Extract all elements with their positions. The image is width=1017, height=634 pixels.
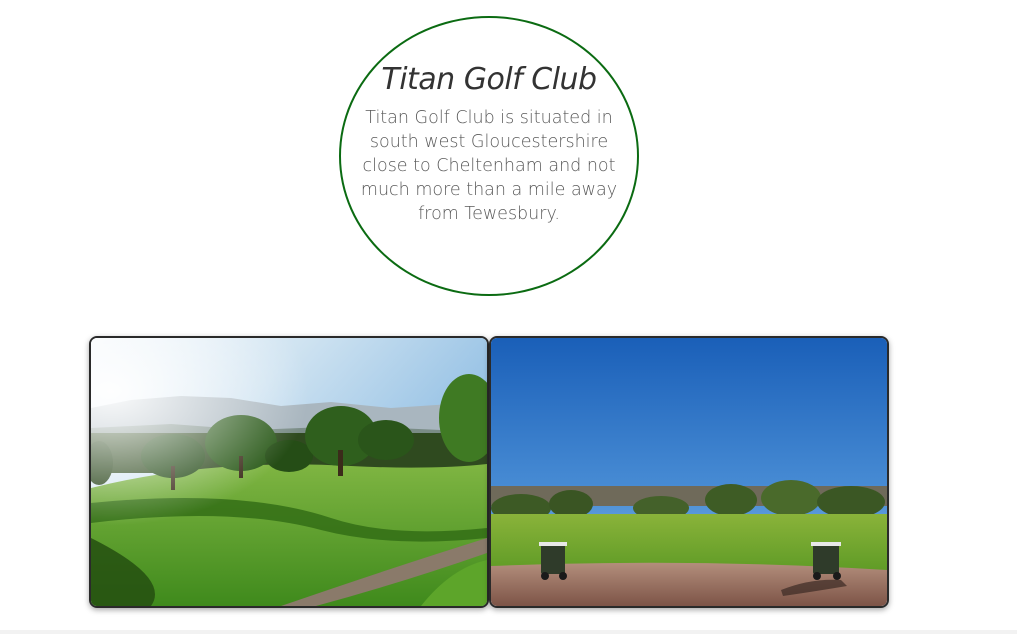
photo-gallery — [89, 336, 889, 608]
carts-image — [491, 338, 887, 606]
fairway-photo[interactable] — [89, 336, 489, 608]
club-title: Titan Golf Club — [381, 62, 597, 97]
club-description: Titan Golf Club is situated in south wes… — [360, 108, 618, 224]
carts-photo[interactable] — [489, 336, 889, 608]
footer-divider — [0, 630, 1017, 634]
fairway-image — [91, 338, 487, 606]
page: Titan Golf Club Titan Golf Club is situa… — [0, 0, 1017, 634]
